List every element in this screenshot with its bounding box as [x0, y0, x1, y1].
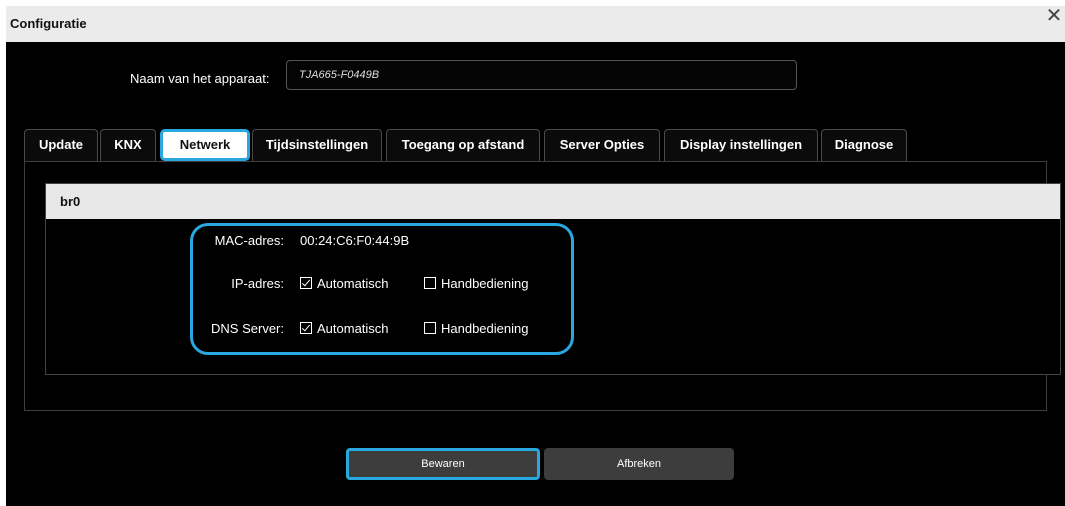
ip-manual-checkbox[interactable]: Handbediening [424, 276, 528, 291]
ip-auto-checkbox[interactable]: Automatisch [300, 276, 389, 291]
tab-server-opties[interactable]: Server Opties [544, 129, 660, 161]
cancel-button[interactable]: Afbreken [544, 448, 734, 480]
section-title: br0 [60, 194, 81, 209]
dns-auto-label: Automatisch [317, 321, 389, 336]
tab-diagnose[interactable]: Diagnose [821, 129, 907, 161]
ip-auto-label: Automatisch [317, 276, 389, 291]
close-icon[interactable]: ✕ [1043, 6, 1065, 26]
tab-update[interactable]: Update [24, 129, 98, 161]
dns-auto-checkbox[interactable]: Automatisch [300, 321, 389, 336]
checkbox-checked-icon [300, 277, 312, 289]
tab-knx[interactable]: KNX [100, 129, 156, 161]
title-bar: Configuratie [6, 6, 1065, 42]
save-button[interactable]: Bewaren [346, 448, 540, 480]
ip-manual-label: Handbediening [441, 276, 529, 291]
mac-value: 00:24:C6:F0:44:9B [300, 233, 410, 248]
dns-label: DNS Server: [211, 321, 284, 336]
config-dialog: Naam van het apparaat: TJA665-F0449B Upd… [6, 42, 1065, 506]
section-header: br0 [46, 184, 1060, 219]
tab-toegang-op-afstand[interactable]: Toegang op afstand [386, 129, 540, 161]
tab-display-instellingen[interactable]: Display instellingen [664, 129, 818, 161]
mac-label: MAC-adres: [214, 233, 284, 248]
device-name-input[interactable]: TJA665-F0449B [286, 60, 797, 90]
checkbox-empty-icon [424, 277, 436, 289]
checkbox-checked-icon [300, 322, 312, 334]
checkbox-empty-icon [424, 322, 436, 334]
tab-netwerk[interactable]: Netwerk [160, 129, 250, 161]
tab-bar: Update KNX Netwerk Tijdsinstellingen Toe… [6, 129, 1065, 161]
tab-tijdsinstellingen[interactable]: Tijdsinstellingen [252, 129, 382, 161]
ip-label: IP-adres: [231, 276, 284, 291]
window-title: Configuratie [10, 16, 87, 31]
dns-manual-label: Handbediening [441, 321, 529, 336]
tab-panel: br0 MAC-adres: 00:24:C6:F0:44:9B IP-adre… [24, 161, 1061, 411]
dns-manual-checkbox[interactable]: Handbediening [424, 321, 528, 336]
interface-section: br0 MAC-adres: 00:24:C6:F0:44:9B IP-adre… [45, 183, 1061, 375]
device-name-label: Naam van het apparaat: [130, 71, 270, 86]
